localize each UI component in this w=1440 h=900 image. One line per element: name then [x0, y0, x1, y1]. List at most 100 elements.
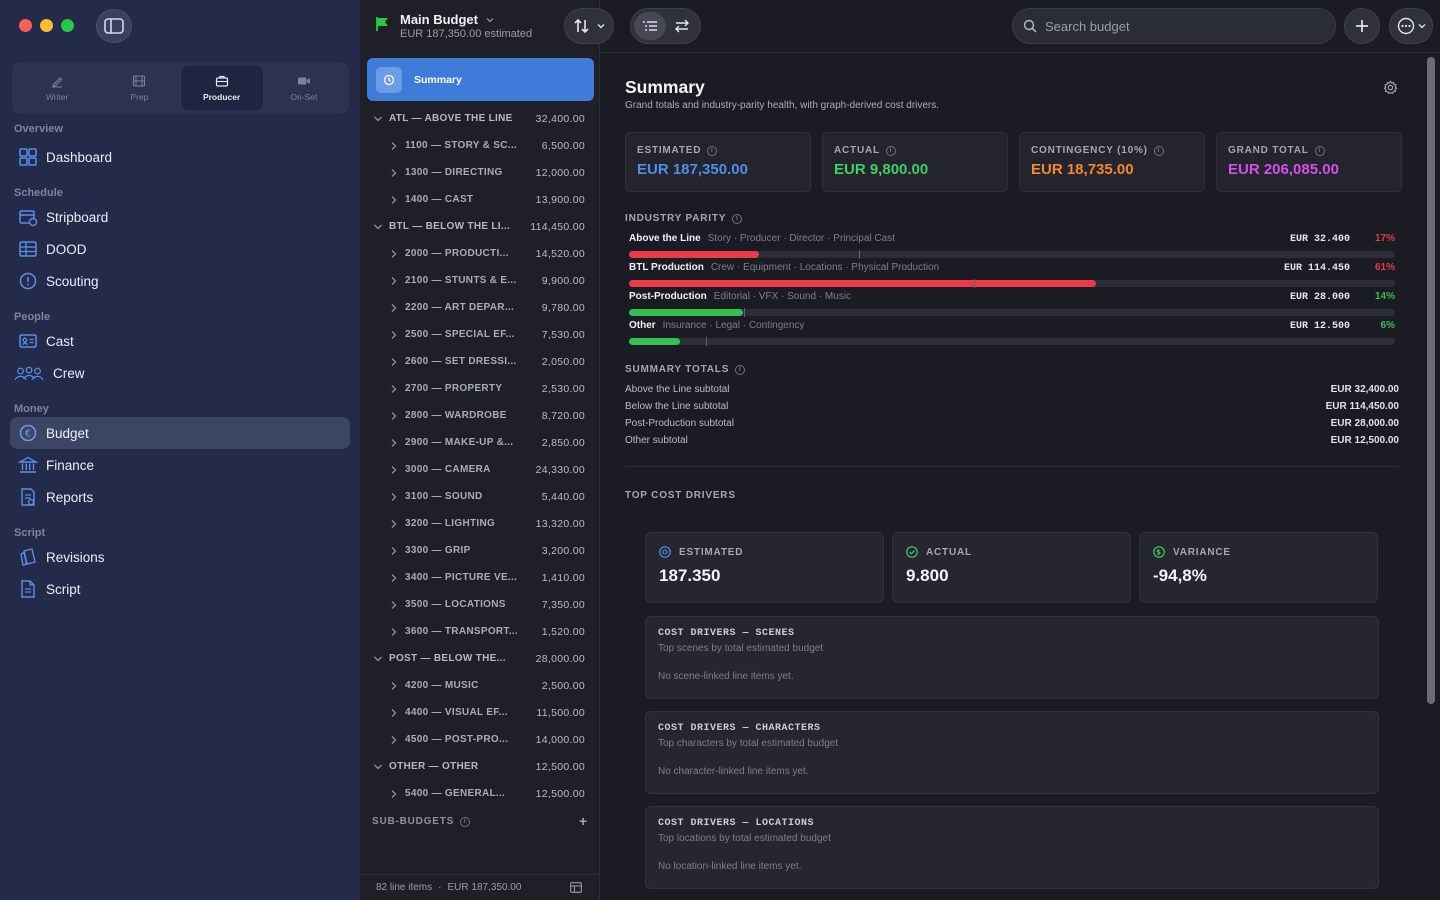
sort-menu-button[interactable]: [564, 8, 614, 44]
chevron-right-icon[interactable]: [388, 491, 400, 503]
minimize-window-button[interactable]: [40, 19, 53, 32]
tree-account-row[interactable]: 4200 — MUSIC 2,500.00: [360, 672, 600, 699]
table-view-icon[interactable]: [570, 882, 582, 893]
tree-account-row[interactable]: 2600 — SET DRESSI... 2,050.00: [360, 348, 600, 375]
scrollbar[interactable]: [1427, 57, 1435, 704]
sidebar-item-reports[interactable]: Reports: [10, 481, 350, 513]
chevron-right-icon[interactable]: [388, 599, 400, 611]
tree-account-row[interactable]: 1100 — STORY & SC... 6,500.00: [360, 132, 600, 159]
sidebar-item-crew[interactable]: Crew: [10, 357, 350, 389]
add-button[interactable]: [1344, 8, 1380, 44]
chevron-right-icon[interactable]: [388, 356, 400, 368]
tree-account-row[interactable]: 5400 — GENERAL... 12,500.00: [360, 780, 600, 807]
chevron-down-icon[interactable]: [372, 653, 384, 665]
gear-icon[interactable]: [1383, 80, 1398, 95]
sidebar-item-cast[interactable]: Cast: [10, 325, 350, 357]
sidebar-item-stripboard[interactable]: Stripboard: [10, 201, 350, 233]
tree-row-amount: 2,530.00: [541, 382, 585, 395]
tree-group-row[interactable]: ATL — ABOVE THE LINE 32,400.00: [360, 105, 600, 132]
sidebar-item-budget[interactable]: € Budget: [10, 417, 350, 449]
tree-account-row[interactable]: 4500 — POST-PRO... 14,000.00: [360, 726, 600, 753]
compare-button[interactable]: [667, 12, 697, 40]
info-icon[interactable]: i: [1314, 145, 1325, 156]
stat-label: ACTUAL: [926, 546, 972, 558]
chevron-right-icon[interactable]: [388, 275, 400, 287]
chevron-right-icon[interactable]: [388, 572, 400, 584]
tree-footer: 82 line items · EUR 187,350.00: [360, 874, 600, 900]
tree-account-row[interactable]: 2700 — PROPERTY 2,530.00: [360, 375, 600, 402]
tree-account-row[interactable]: 1300 — DIRECTING 12,000.00: [360, 159, 600, 186]
tree-account-row[interactable]: 3500 — LOCATIONS 7,350.00: [360, 591, 600, 618]
chevron-right-icon[interactable]: [388, 302, 400, 314]
chevron-down-icon[interactable]: [372, 761, 384, 773]
tree-account-row[interactable]: 2500 — SPECIAL EF... 7,530.00: [360, 321, 600, 348]
tree-account-row[interactable]: 3600 — TRANSPORT... 1,520.00: [360, 618, 600, 645]
chevron-right-icon[interactable]: [388, 734, 400, 746]
tree-row-amount: 14,000.00: [535, 733, 585, 746]
chevron-right-icon[interactable]: [388, 437, 400, 449]
chevron-down-icon[interactable]: [372, 221, 384, 233]
chevron-right-icon[interactable]: [388, 626, 400, 638]
tree-account-row[interactable]: 3300 — GRIP 3,200.00: [360, 537, 600, 564]
chevron-right-icon[interactable]: [388, 140, 400, 152]
chevron-right-icon[interactable]: [388, 383, 400, 395]
sidebar-item-revisions[interactable]: Revisions: [10, 541, 350, 573]
chevron-right-icon[interactable]: [388, 248, 400, 260]
add-sub-budget-button[interactable]: +: [579, 814, 588, 828]
sidebar-item-label: DOOD: [46, 241, 87, 257]
tree-account-row[interactable]: 2000 — PRODUCTI... 14,520.00: [360, 240, 600, 267]
tree-account-row[interactable]: 1400 — CAST 13,900.00: [360, 186, 600, 213]
tree-group-row[interactable]: OTHER — OTHER 12,500.00: [360, 753, 600, 780]
mode-tab-prep[interactable]: Prep: [98, 66, 180, 110]
tree-account-row[interactable]: 4400 — VISUAL EF... 11,500.00: [360, 699, 600, 726]
grid-icon: [19, 148, 37, 166]
tree-group-row[interactable]: BTL — BELOW THE LI... 114,450.00: [360, 213, 600, 240]
mode-tab-writer[interactable]: Writer: [16, 66, 98, 110]
sidebar-item-scouting[interactable]: Scouting: [10, 265, 350, 297]
chevron-right-icon[interactable]: [388, 707, 400, 719]
sidebar-toggle-button[interactable]: [96, 9, 132, 43]
sidebar-item-script[interactable]: Script: [10, 573, 350, 605]
chevron-right-icon[interactable]: [388, 167, 400, 179]
chevron-right-icon[interactable]: [388, 410, 400, 422]
chevron-right-icon[interactable]: [388, 329, 400, 341]
more-menu-button[interactable]: [1389, 8, 1433, 44]
chevron-right-icon[interactable]: [388, 545, 400, 557]
maximize-window-button[interactable]: [61, 19, 74, 32]
chevron-right-icon[interactable]: [388, 464, 400, 476]
tree-account-row[interactable]: 3000 — CAMERA 24,330.00: [360, 456, 600, 483]
parity-benchmark-tick: [858, 250, 860, 259]
tree-account-row[interactable]: 2100 — STUNTS & E... 9,900.00: [360, 267, 600, 294]
chevron-right-icon[interactable]: [388, 680, 400, 692]
info-icon[interactable]: i: [735, 364, 746, 375]
tree-account-row[interactable]: 3400 — PICTURE VE... 1,410.00: [360, 564, 600, 591]
sidebar-item-label: Stripboard: [46, 209, 109, 225]
tree-account-row[interactable]: 2900 — MAKE-UP &... 2,850.00: [360, 429, 600, 456]
mode-tab-on-set[interactable]: On-Set: [263, 66, 345, 110]
sidebar-item-dood[interactable]: DOOD: [10, 233, 350, 265]
chevron-down-icon[interactable]: [372, 113, 384, 125]
tree-account-row[interactable]: 3200 — LIGHTING 13,320.00: [360, 510, 600, 537]
budget-selector[interactable]: Main Budget: [400, 12, 495, 27]
info-icon[interactable]: i: [885, 145, 896, 156]
search-input[interactable]: [1045, 18, 1315, 34]
tree-account-row[interactable]: 3100 — SOUND 5,440.00: [360, 483, 600, 510]
sidebar-item-label: Budget: [46, 425, 89, 441]
list-view-button[interactable]: [634, 12, 667, 40]
sidebar-item-label: Dashboard: [46, 149, 113, 165]
sidebar-item-dashboard[interactable]: Dashboard: [10, 141, 350, 173]
close-window-button[interactable]: [19, 19, 32, 32]
summary-button[interactable]: Summary: [367, 58, 594, 101]
chevron-right-icon[interactable]: [388, 788, 400, 800]
chevron-right-icon[interactable]: [388, 518, 400, 530]
tree-account-row[interactable]: 2200 — ART DEPAR... 9,780.00: [360, 294, 600, 321]
tree-row-amount: 24,330.00: [535, 463, 585, 476]
info-icon[interactable]: i: [1153, 145, 1164, 156]
info-icon[interactable]: i: [732, 213, 743, 224]
mode-tab-producer[interactable]: Producer: [180, 66, 263, 110]
chevron-right-icon[interactable]: [388, 194, 400, 206]
tree-account-row[interactable]: 2800 — WARDROBE 8,720.00: [360, 402, 600, 429]
info-icon[interactable]: i: [707, 145, 718, 156]
tree-group-row[interactable]: POST — BELOW THE... 28,000.00: [360, 645, 600, 672]
sidebar-item-finance[interactable]: Finance: [10, 449, 350, 481]
